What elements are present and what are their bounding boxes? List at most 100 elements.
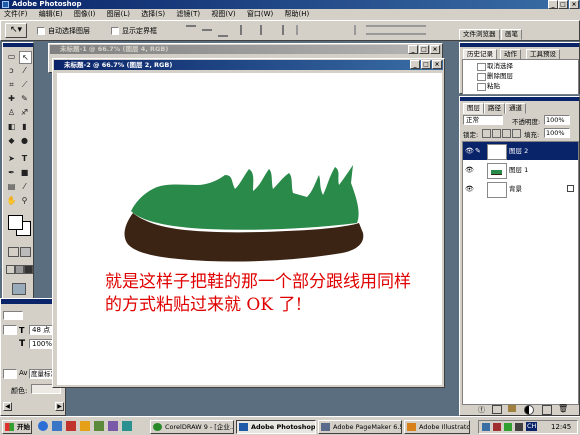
panel-scroll-right-icon[interactable]: ▶ (55, 402, 64, 411)
trash-icon[interactable]: 🗑 (558, 404, 568, 413)
start-button[interactable]: 开始 (2, 420, 32, 434)
document-1-title[interactable]: 未标题-1 @ 66.7% (图层 4, RGB) (60, 45, 168, 54)
hand-tool-icon[interactable]: ✋ (6, 195, 17, 206)
adjustment-layer-icon[interactable] (524, 405, 534, 415)
screen-mode-icon[interactable] (6, 265, 15, 274)
align-middle-icon[interactable] (202, 29, 212, 31)
lock-position-icon[interactable] (502, 129, 511, 138)
doc2-maximize-button[interactable]: □ (421, 60, 431, 69)
blur-tool-icon[interactable]: ◆ (6, 135, 17, 146)
gradient-tool-icon[interactable]: ▮ (19, 121, 30, 132)
move-tool-preset-button[interactable]: ↖▾ (5, 23, 27, 38)
tab-paths[interactable]: 路径 (484, 103, 505, 114)
menu-layer[interactable]: 图层(L) (107, 10, 130, 18)
document-2-title[interactable]: 未标题-2 @ 66.7% (图层 2, RGB) (64, 60, 172, 70)
align-left-icon[interactable] (240, 25, 252, 35)
history-item[interactable]: 取消选择 (463, 61, 578, 71)
new-set-icon[interactable] (508, 405, 516, 412)
taskbar-illustrator[interactable]: Adobe Illustrator (404, 420, 470, 434)
quicklaunch-app1-icon[interactable] (66, 421, 76, 431)
distribute-h-icon[interactable] (366, 25, 426, 35)
show-bounds-checkbox[interactable] (111, 27, 119, 35)
taskbar-coreldraw[interactable]: CorelDRAW 9 - [企业... (150, 420, 234, 434)
language-indicator[interactable]: CH (526, 422, 538, 431)
tray-icon-2[interactable] (493, 423, 501, 431)
history-brush-tool-icon[interactable]: ♐ (19, 107, 30, 118)
tab-layers[interactable]: 图层 (463, 103, 484, 114)
menu-select[interactable]: 选择(S) (141, 10, 165, 18)
quicklaunch-ie-icon[interactable] (38, 421, 48, 431)
doc1-maximize-button[interactable]: □ (419, 45, 429, 54)
quicklaunch-app4-icon[interactable] (108, 421, 118, 431)
layer-row[interactable]: 👁 图层 1 (463, 161, 578, 179)
menu-edit[interactable]: 编辑(E) (39, 10, 63, 18)
menu-view[interactable]: 视图(V) (211, 10, 235, 18)
panel-scroll-left-icon[interactable]: ◀ (3, 402, 12, 411)
taskbar-photoshop[interactable]: Adobe Photoshop (236, 420, 316, 434)
kerning-select[interactable] (3, 369, 17, 379)
magic-wand-tool-icon[interactable]: ⁄ (19, 65, 30, 76)
lock-all-icon[interactable] (512, 129, 521, 138)
menu-filter[interactable]: 滤镜(T) (176, 10, 200, 18)
doc1-minimize-button[interactable]: _ (408, 45, 418, 54)
visibility-eye-icon[interactable]: 👁 (465, 147, 474, 155)
taskbar-pagemaker[interactable]: Adobe PageMaker 6.5... (318, 420, 402, 434)
path-select-tool-icon[interactable]: ➤ (6, 153, 17, 164)
align-top-icon[interactable] (186, 25, 196, 37)
close-button[interactable]: × (569, 0, 579, 9)
quick-mask-on-icon[interactable] (20, 247, 31, 257)
align-bottom-icon[interactable] (218, 25, 228, 37)
brush-tool-icon[interactable]: ✎ (19, 93, 30, 104)
doc1-close-button[interactable]: × (430, 45, 440, 54)
lasso-tool-icon[interactable]: ↄ (6, 65, 17, 76)
screen-mode-menu-icon[interactable] (15, 265, 24, 274)
dodge-tool-icon[interactable]: ● (19, 135, 30, 146)
stamp-tool-icon[interactable]: ♙ (6, 107, 17, 118)
zoom-tool-icon[interactable]: ⚲ (19, 195, 30, 206)
quicklaunch-app5-icon[interactable] (122, 421, 132, 431)
fill-field[interactable]: 100% (544, 128, 570, 138)
crop-tool-icon[interactable]: ⌗ (6, 79, 17, 90)
minimize-button[interactable]: _ (548, 0, 558, 9)
menu-help[interactable]: 帮助(H) (284, 10, 309, 18)
layer-mask-icon[interactable] (492, 405, 502, 414)
history-item[interactable]: 粘贴 (463, 81, 578, 91)
doc2-minimize-button[interactable]: _ (410, 60, 420, 69)
jump-to-imageready-icon[interactable] (12, 283, 26, 295)
distribute-icon[interactable] (296, 25, 356, 35)
type-tool-icon[interactable]: T (19, 153, 30, 164)
doc2-close-button[interactable]: × (432, 60, 442, 69)
maximize-button[interactable]: □ (558, 0, 568, 9)
screen-mode-full-icon[interactable] (24, 265, 33, 274)
file-browser-tab[interactable]: 文件浏览器 (459, 29, 500, 40)
layer-row-selected[interactable]: 👁 ✎ 图层 2 (463, 142, 578, 160)
quicklaunch-app3-icon[interactable] (94, 421, 104, 431)
opacity-field[interactable]: 100% (544, 115, 570, 125)
align-right-icon[interactable] (272, 25, 284, 35)
visibility-eye-icon[interactable]: 👁 (465, 185, 474, 193)
new-layer-icon[interactable] (542, 405, 552, 415)
lock-transparency-icon[interactable] (482, 129, 491, 138)
tab-channels[interactable]: 通道 (505, 103, 526, 114)
layer-style-icon[interactable]: ⓕ (478, 405, 485, 415)
eraser-tool-icon[interactable]: ◧ (6, 121, 17, 132)
notes-tool-icon[interactable]: ▤ (6, 181, 17, 192)
align-center-icon[interactable] (260, 25, 262, 35)
menu-window[interactable]: 窗口(W) (247, 10, 273, 18)
pen-tool-icon[interactable]: ✒ (6, 167, 17, 178)
canvas[interactable]: 就是这样子把鞋的那一个部分跟线用同样 的方式粘贴过来就 OK 了! (57, 73, 442, 385)
quicklaunch-desktop-icon[interactable] (52, 421, 62, 431)
slice-tool-icon[interactable]: ⟋ (19, 79, 30, 90)
font-family-select[interactable] (3, 311, 23, 320)
marquee-tool-icon[interactable]: ▭ (6, 51, 17, 62)
quick-mask-icon[interactable] (8, 247, 19, 257)
tray-icon-4[interactable] (515, 423, 523, 431)
move-tool-icon[interactable]: ↖ (19, 51, 32, 64)
auto-select-checkbox[interactable] (37, 27, 45, 35)
layer-row[interactable]: 👁 背景 (463, 180, 578, 198)
foreground-color-swatch[interactable] (8, 215, 23, 230)
shape-tool-icon[interactable]: ■ (19, 167, 30, 178)
tray-icon-3[interactable] (504, 423, 512, 431)
tray-icon-1[interactable] (482, 423, 490, 431)
menu-file[interactable]: 文件(F) (4, 10, 28, 18)
